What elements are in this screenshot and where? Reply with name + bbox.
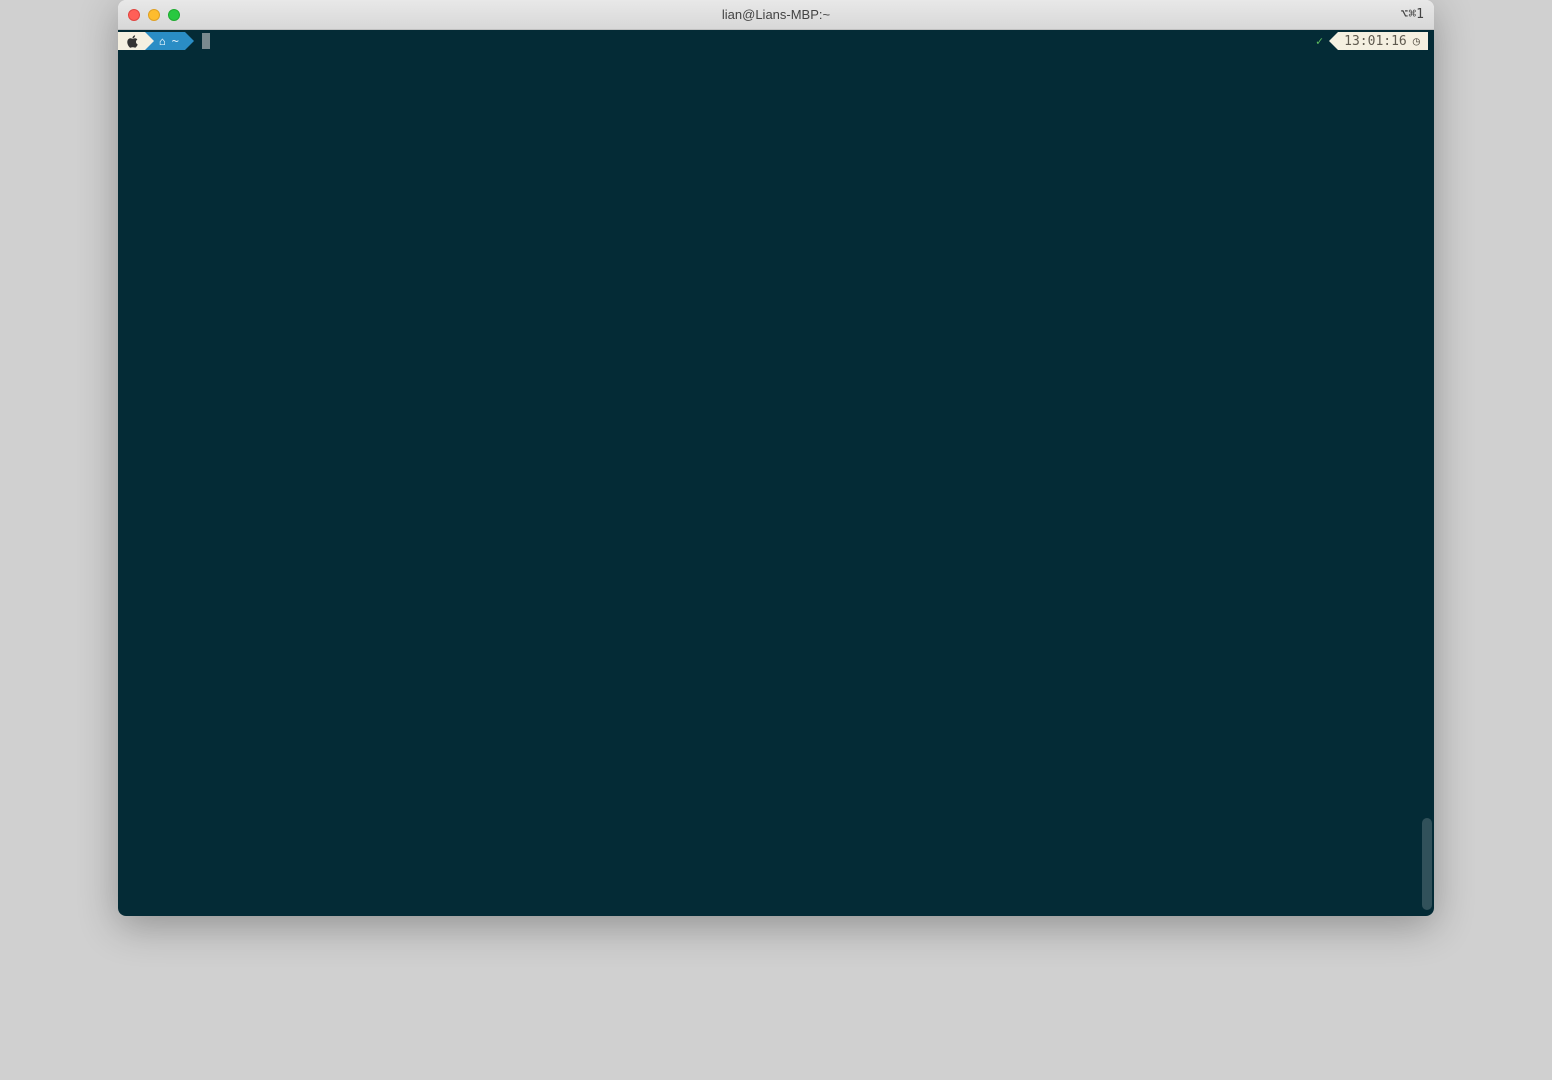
- apple-icon: [126, 35, 139, 48]
- status-check: ✓: [1314, 32, 1329, 50]
- prompt-line: ⌂ ~ ✓ 13:01:16 ◷: [118, 32, 1434, 50]
- cursor[interactable]: [202, 33, 210, 49]
- prompt-right: ✓ 13:01:16 ◷: [1314, 32, 1428, 50]
- home-icon: ⌂: [159, 35, 166, 48]
- traffic-lights: [128, 9, 180, 21]
- check-icon: ✓: [1316, 34, 1323, 48]
- window-titlebar[interactable]: lian@Lians-MBP:~ ⌥⌘1: [118, 0, 1434, 30]
- minimize-button[interactable]: [148, 9, 160, 21]
- prompt-left: ⌂ ~: [118, 32, 210, 50]
- terminal-body[interactable]: ⌂ ~ ✓ 13:01:16 ◷: [118, 30, 1434, 916]
- prompt-os-segment: [118, 32, 145, 50]
- clock-time: 13:01:16: [1344, 34, 1407, 49]
- terminal-window: lian@Lians-MBP:~ ⌥⌘1 ⌂ ~: [118, 0, 1434, 916]
- maximize-button[interactable]: [168, 9, 180, 21]
- hotkey-hint: ⌥⌘1: [1401, 7, 1424, 22]
- scrollbar[interactable]: [1422, 818, 1432, 910]
- clock-icon: ◷: [1413, 34, 1420, 48]
- segment-separator-icon: [145, 32, 154, 50]
- segment-separator-icon: [185, 32, 194, 50]
- window-title: lian@Lians-MBP:~: [118, 7, 1434, 22]
- close-button[interactable]: [128, 9, 140, 21]
- segment-separator-icon: [1329, 32, 1338, 50]
- prompt-path: ~: [172, 34, 179, 48]
- time-segment: 13:01:16 ◷: [1338, 32, 1428, 50]
